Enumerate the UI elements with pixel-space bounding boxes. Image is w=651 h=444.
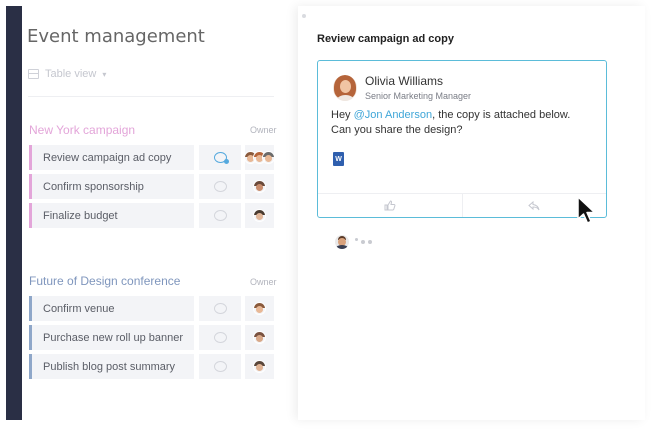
chevron-down-icon: ▾	[102, 69, 107, 79]
table-icon	[28, 69, 39, 79]
updates-cell[interactable]	[199, 203, 241, 228]
task-name[interactable]: Review campaign ad copy	[29, 145, 194, 170]
chat-bubble-icon[interactable]	[213, 181, 227, 192]
table-row[interactable]: Finalize budget	[29, 203, 274, 228]
typing-indicator	[335, 235, 372, 249]
author-role: Senior Marketing Manager	[365, 91, 472, 101]
updates-cell[interactable]	[199, 145, 241, 170]
comment-card[interactable]: Olivia Williams Senior Marketing Manager…	[317, 60, 607, 218]
owner-cell[interactable]	[245, 296, 274, 321]
owner-cell[interactable]	[245, 354, 274, 379]
avatar	[253, 180, 266, 193]
table-row[interactable]: Confirm venue	[29, 296, 274, 321]
chat-bubble-icon[interactable]	[213, 361, 227, 372]
task-name[interactable]: Confirm venue	[29, 296, 194, 321]
avatar	[262, 151, 275, 164]
chat-bubble-icon[interactable]	[213, 210, 227, 221]
board-title: Event management	[27, 26, 205, 47]
owner-cell[interactable]	[245, 325, 274, 350]
comment-text: Hey @Jon Anderson, the copy is attached …	[331, 108, 591, 138]
view-label: Table view	[45, 68, 97, 80]
chat-bubble-icon[interactable]	[213, 332, 227, 343]
owner-cell[interactable]	[245, 174, 274, 199]
avatar	[253, 302, 266, 315]
updates-cell[interactable]	[199, 325, 241, 350]
like-button[interactable]	[318, 194, 462, 217]
reply-icon	[528, 200, 540, 210]
avatar	[253, 209, 266, 222]
updates-cell[interactable]	[199, 296, 241, 321]
typing-dots-icon	[355, 238, 372, 244]
divider	[28, 96, 274, 97]
updates-cell[interactable]	[199, 354, 241, 379]
owner-cell[interactable]	[245, 203, 274, 228]
table-row[interactable]: Purchase new roll up banner	[29, 325, 274, 350]
task-name[interactable]: Purchase new roll up banner	[29, 325, 194, 350]
table-row[interactable]: Publish blog post summary	[29, 354, 274, 379]
group-title-new-york[interactable]: New York campaign	[29, 123, 135, 137]
chat-bubble-icon[interactable]	[213, 152, 229, 164]
task-name[interactable]: Finalize budget	[29, 203, 194, 228]
task-name[interactable]: Publish blog post summary	[29, 354, 194, 379]
author-avatar[interactable]	[333, 75, 357, 101]
comment-body: , the copy is attached below.	[432, 109, 571, 121]
table-row[interactable]: Confirm sponsorship	[29, 174, 274, 199]
mention-link[interactable]: @Jon Anderson	[354, 109, 432, 121]
comment-actions	[318, 193, 606, 217]
comment-greeting: Hey	[331, 109, 354, 121]
task-name[interactable]: Confirm sponsorship	[29, 174, 194, 199]
close-dot-icon[interactable]	[302, 14, 306, 18]
author-name[interactable]: Olivia Williams	[365, 74, 443, 88]
owner-column-header: Owner	[250, 277, 277, 287]
updates-cell[interactable]	[199, 174, 241, 199]
left-nav-bar	[6, 6, 22, 420]
word-doc-icon[interactable]: W	[333, 152, 344, 166]
thumbs-up-icon	[384, 200, 396, 211]
owner-cell[interactable]	[244, 145, 275, 170]
owner-column-header: Owner	[250, 125, 277, 135]
group-title-future-of-design[interactable]: Future of Design conference	[29, 274, 180, 288]
table-row[interactable]: Review campaign ad copy	[29, 145, 275, 170]
avatar	[335, 235, 349, 249]
avatar	[253, 331, 266, 344]
mouse-cursor-icon	[577, 196, 596, 224]
chat-bubble-icon[interactable]	[213, 303, 227, 314]
comment-line2: Can you share the design?	[331, 124, 463, 136]
view-selector[interactable]: Table view ▾	[28, 68, 106, 80]
panel-title: Review campaign ad copy	[317, 33, 454, 45]
avatar	[253, 360, 266, 373]
